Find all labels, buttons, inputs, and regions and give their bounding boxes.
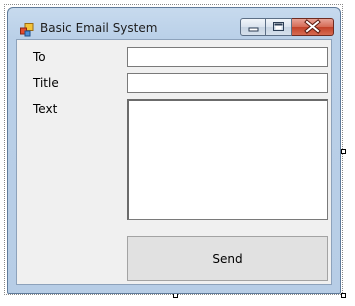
window-title: Basic Email System [40,21,158,35]
minimize-button[interactable] [240,18,266,36]
to-input[interactable] [127,47,328,67]
title-input[interactable] [127,73,328,93]
title-label: Title [33,76,59,90]
resize-handle-corner[interactable] [341,293,346,298]
text-label: Text [33,102,58,116]
form-icon [20,22,34,37]
caption-buttons [240,18,334,36]
text-area[interactable] [127,99,328,220]
close-button[interactable] [292,18,334,36]
resize-handle-right[interactable] [341,149,346,154]
minimize-icon [248,27,259,32]
maximize-icon [273,22,284,31]
form-client-area: To Title Text Send [16,39,332,285]
send-button[interactable]: Send [127,236,328,281]
maximize-button[interactable] [266,18,292,36]
title-bar[interactable]: Basic Email System [8,8,340,38]
to-label: To [33,50,46,64]
close-icon [304,19,321,34]
form-window: Basic Email System To Title Text Send [7,7,341,294]
